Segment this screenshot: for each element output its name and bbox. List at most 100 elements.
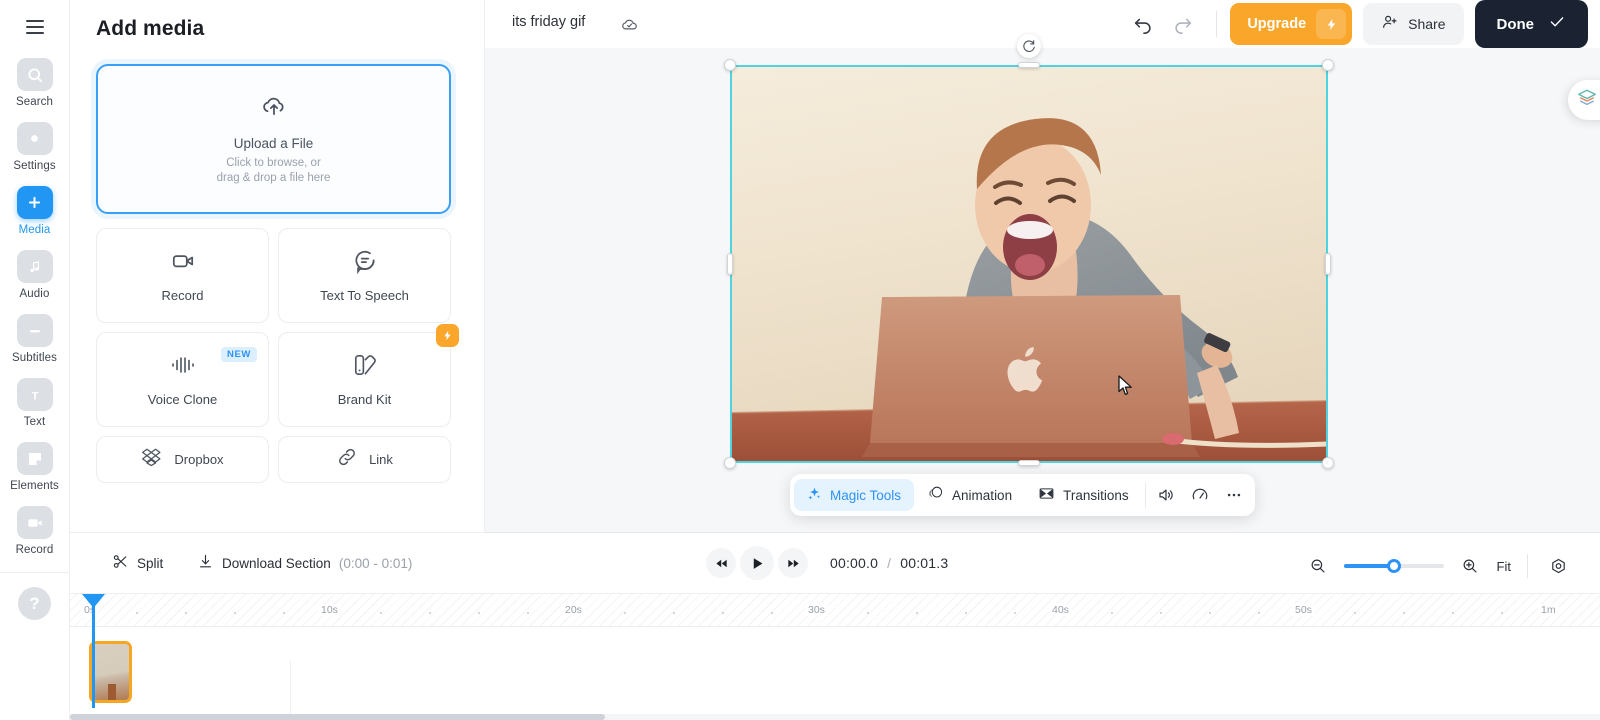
elements-icon bbox=[16, 442, 53, 475]
sidebar-label: Audio bbox=[19, 288, 50, 300]
volume-icon[interactable] bbox=[1149, 479, 1183, 511]
split-label: Split bbox=[137, 555, 164, 571]
sidebar-item-subtitles[interactable]: Subtitles bbox=[0, 300, 70, 364]
cloud-saved-icon[interactable] bbox=[620, 15, 639, 39]
resize-handle-bottom[interactable] bbox=[1018, 460, 1040, 466]
tile-text-to-speech[interactable]: Text To Speech bbox=[278, 228, 451, 323]
timeline-clip[interactable] bbox=[89, 641, 132, 703]
sparkles-icon bbox=[807, 486, 822, 504]
zoom-controls: Fit bbox=[1304, 552, 1572, 580]
done-button[interactable]: Done bbox=[1474, 0, 1588, 48]
cloud-upload-icon bbox=[260, 92, 288, 125]
sidebar-item-search[interactable]: Search bbox=[0, 44, 70, 108]
sidebar-item-text[interactable]: T Text bbox=[0, 364, 70, 428]
top-bar: its friday gif Upgrade Share Done bbox=[485, 0, 1600, 48]
undo-arrow-icon[interactable] bbox=[1123, 7, 1163, 41]
sidebar-item-audio[interactable]: Audio bbox=[0, 236, 70, 300]
sidebar-label: Settings bbox=[13, 160, 56, 172]
sidebar-item-media[interactable]: Media bbox=[0, 172, 70, 236]
speed-gauge-icon[interactable] bbox=[1183, 479, 1217, 511]
video-preview bbox=[730, 65, 1328, 463]
waveform-icon bbox=[169, 352, 197, 383]
share-button[interactable]: Share bbox=[1363, 3, 1464, 45]
split-button[interactable]: Split bbox=[112, 553, 163, 573]
tab-magic-tools[interactable]: Magic Tools bbox=[794, 479, 915, 511]
preview-canvas: Magic Tools Animation Transitions bbox=[485, 34, 1600, 533]
download-range: (0:00 - 0:01) bbox=[338, 555, 413, 571]
tile-label: Voice Clone bbox=[147, 392, 218, 407]
tile-label: Dropbox bbox=[174, 452, 224, 467]
timeline-toolbar: Split Download Section (0:00 - 0:01) 00:… bbox=[70, 533, 1600, 593]
help-icon[interactable]: ? bbox=[18, 587, 51, 620]
playhead-line[interactable] bbox=[92, 598, 95, 708]
upload-title: Upload a File bbox=[233, 136, 314, 151]
download-section-button[interactable]: Download Section (0:00 - 0:01) bbox=[197, 553, 412, 573]
playback-controls: 00:00.0 / 00:01.3 bbox=[706, 546, 948, 580]
play-button[interactable] bbox=[740, 546, 774, 580]
gear-icon[interactable] bbox=[1544, 552, 1572, 580]
ruler-tick-label: 40s bbox=[1049, 604, 1072, 616]
resize-handle-top-right[interactable] bbox=[1322, 59, 1334, 71]
dropbox-icon bbox=[141, 446, 163, 473]
more-options-icon[interactable] bbox=[1217, 479, 1251, 511]
video-camera-icon bbox=[170, 248, 196, 279]
upload-dropzone[interactable]: Upload a File Click to browse, or drag &… bbox=[96, 64, 451, 214]
top-bar-actions: Upgrade Share Done bbox=[1123, 0, 1588, 48]
resize-handle-right[interactable] bbox=[1325, 253, 1331, 275]
timeline[interactable]: 0s 10s 20s 30s 40s 50s 1m bbox=[70, 593, 1600, 720]
rewind-icon[interactable] bbox=[706, 548, 736, 578]
zoom-in-icon[interactable] bbox=[1456, 552, 1484, 580]
video-camera-icon bbox=[16, 506, 53, 539]
tab-animation[interactable]: Animation bbox=[914, 479, 1025, 511]
timeline-scrollbar-thumb[interactable] bbox=[70, 714, 605, 720]
sidebar-label: Media bbox=[18, 224, 51, 236]
resize-handle-left[interactable] bbox=[727, 253, 733, 275]
resize-handle-bottom-right[interactable] bbox=[1322, 457, 1334, 469]
svg-text:T: T bbox=[31, 390, 38, 402]
lightning-bolt-icon bbox=[1316, 9, 1347, 39]
share-label: Share bbox=[1408, 16, 1446, 32]
zoom-slider[interactable] bbox=[1343, 559, 1444, 573]
link-icon bbox=[336, 446, 358, 473]
done-label: Done bbox=[1496, 15, 1535, 33]
layers-panel-toggle[interactable] bbox=[1568, 80, 1600, 120]
resize-handle-bottom-left[interactable] bbox=[724, 457, 736, 469]
timeline-ruler[interactable]: 0s 10s 20s 30s 40s 50s 1m bbox=[70, 594, 1600, 627]
tile-record[interactable]: Record bbox=[96, 228, 269, 323]
tab-transitions[interactable]: Transitions bbox=[1025, 479, 1142, 511]
tile-link[interactable]: Link bbox=[278, 436, 451, 483]
tile-dropbox[interactable]: Dropbox bbox=[96, 436, 269, 483]
ruler-tick-label: 20s bbox=[562, 604, 585, 616]
transitions-icon bbox=[1038, 485, 1055, 505]
hamburger-icon[interactable] bbox=[18, 10, 52, 44]
sidebar-item-record[interactable]: Record bbox=[0, 492, 70, 556]
sidebar-item-settings[interactable]: Settings bbox=[0, 108, 70, 172]
selected-media-frame[interactable] bbox=[724, 34, 1334, 469]
resize-handle-top-left[interactable] bbox=[724, 59, 736, 71]
toolbar-divider bbox=[1144, 482, 1146, 508]
zoom-slider-handle[interactable] bbox=[1386, 559, 1401, 573]
zoom-out-icon[interactable] bbox=[1304, 552, 1332, 580]
rotate-handle-icon[interactable] bbox=[1017, 34, 1041, 58]
document-title[interactable]: its friday gif bbox=[512, 14, 585, 30]
tile-brand-kit[interactable]: Brand Kit bbox=[278, 324, 459, 427]
fit-button[interactable]: Fit bbox=[1497, 559, 1511, 574]
playhead-handle[interactable] bbox=[82, 594, 105, 608]
tab-label: Animation bbox=[952, 487, 1013, 503]
redo-arrow-icon[interactable] bbox=[1163, 7, 1203, 41]
sidebar-divider bbox=[0, 572, 70, 573]
ruler-tick-label: 50s bbox=[1292, 604, 1315, 616]
timeline-scrollbar[interactable] bbox=[70, 714, 1600, 720]
upgrade-button[interactable]: Upgrade bbox=[1230, 3, 1353, 45]
panel-title: Add media bbox=[96, 17, 205, 40]
resize-handle-top[interactable] bbox=[1018, 62, 1040, 68]
layers-icon bbox=[1576, 87, 1598, 114]
sidebar-label: Subtitles bbox=[11, 352, 57, 364]
tile-voice-clone[interactable]: NEW Voice Clone bbox=[96, 332, 269, 427]
sidebar-item-elements[interactable]: Elements bbox=[0, 428, 70, 492]
timeline-track[interactable] bbox=[70, 627, 1600, 720]
toolbar-divider bbox=[1216, 11, 1218, 37]
fast-forward-icon[interactable] bbox=[778, 548, 808, 578]
download-label: Download Section bbox=[222, 555, 331, 571]
plus-icon bbox=[16, 186, 53, 219]
